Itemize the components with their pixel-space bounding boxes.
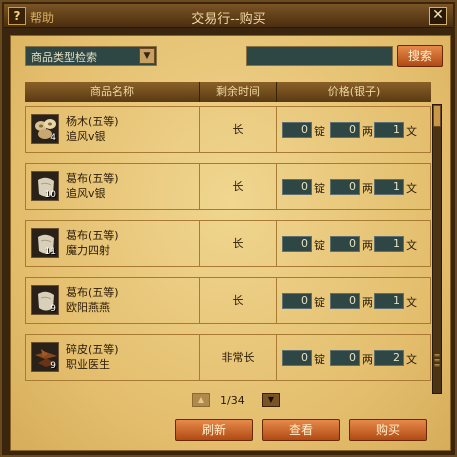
cloth-icon: 10 xyxy=(31,171,59,201)
item-table: 商品名称 剩余时间 价格(银子) 4 杨木(五等) 追风v银 长 0 锭 0 两… xyxy=(25,82,431,394)
remaining-time: 长 xyxy=(200,107,277,152)
cloth-icon: 11 xyxy=(31,228,59,258)
prev-page-icon[interactable]: ▲ xyxy=(192,393,210,407)
seller-name: 欧阳燕燕 xyxy=(66,301,110,314)
leather-icon: 9 xyxy=(31,342,59,372)
unit-liang: 两 xyxy=(362,239,373,252)
price-ding: 0 xyxy=(282,350,312,366)
unit-wen: 文 xyxy=(406,353,417,366)
title-bar: ? 帮助 交易行--购买 ✕ xyxy=(4,4,453,28)
price-wen: 2 xyxy=(374,350,404,366)
wood-icon: 4 xyxy=(31,114,59,144)
price-wen: 1 xyxy=(374,179,404,195)
price-liang: 0 xyxy=(330,236,360,252)
price-ding: 0 xyxy=(282,236,312,252)
price-ding: 0 xyxy=(282,122,312,138)
unit-wen: 文 xyxy=(406,239,417,252)
buy-button[interactable]: 购买 xyxy=(349,419,427,441)
item-name: 葛布(五等) xyxy=(66,172,119,185)
seller-name: 追风v银 xyxy=(66,130,106,143)
price-liang: 0 xyxy=(330,350,360,366)
price-wen: 1 xyxy=(374,236,404,252)
unit-ding: 锭 xyxy=(314,296,325,309)
price-liang: 0 xyxy=(330,122,360,138)
seller-name: 魔力四射 xyxy=(66,244,110,257)
main-panel: 商品类型检索 ▼ 搜索 商品名称 剩余时间 价格(银子) 4 杨木(五等) 追风… xyxy=(10,35,451,451)
price-wen: 1 xyxy=(374,293,404,309)
unit-liang: 两 xyxy=(362,182,373,195)
scroll-grip-icon: ═ ═ ═ xyxy=(434,351,440,370)
price-cell: 0 锭 0 两 1 文 xyxy=(277,221,430,266)
unit-liang: 两 xyxy=(362,125,373,138)
item-count: 11 xyxy=(44,247,56,257)
table-row[interactable]: 9 葛布(五等) 欧阳燕燕 长 0 锭 0 两 1 文 xyxy=(25,277,431,324)
price-ding: 0 xyxy=(282,179,312,195)
unit-liang: 两 xyxy=(362,353,373,366)
trade-window: ? 帮助 交易行--购买 ✕ 商品类型检索 ▼ 搜索 商品名称 剩余时间 价格(… xyxy=(0,0,457,457)
unit-ding: 锭 xyxy=(314,353,325,366)
scrollbar[interactable]: ═ ═ ═ xyxy=(432,104,442,394)
seller-name: 职业医生 xyxy=(66,358,110,371)
remaining-time: 长 xyxy=(200,164,277,209)
header-item-name[interactable]: 商品名称 xyxy=(25,82,200,102)
unit-ding: 锭 xyxy=(314,125,325,138)
refresh-button[interactable]: 刷新 xyxy=(175,419,253,441)
remaining-time: 非常长 xyxy=(200,335,277,380)
seller-name: 追风v银 xyxy=(66,187,106,200)
header-remaining-time[interactable]: 剩余时间 xyxy=(200,82,277,102)
price-wen: 1 xyxy=(374,122,404,138)
chevron-down-icon[interactable]: ▼ xyxy=(139,48,155,64)
item-cell: 9 碎皮(五等) 职业医生 xyxy=(26,335,200,380)
unit-wen: 文 xyxy=(406,182,417,195)
price-liang: 0 xyxy=(330,293,360,309)
price-cell: 0 锭 0 两 1 文 xyxy=(277,278,430,323)
item-name: 葛布(五等) xyxy=(66,286,119,299)
category-select-value: 商品类型检索 xyxy=(31,51,97,64)
remaining-time: 长 xyxy=(200,221,277,266)
price-cell: 0 锭 0 两 1 文 xyxy=(277,164,430,209)
item-name: 杨木(五等) xyxy=(66,115,119,128)
table-row[interactable]: 4 杨木(五等) 追风v银 长 0 锭 0 两 1 文 xyxy=(25,106,431,153)
remaining-time: 长 xyxy=(200,278,277,323)
cloth-icon: 9 xyxy=(31,285,59,315)
header-price[interactable]: 价格(银子) xyxy=(277,82,431,102)
close-icon[interactable]: ✕ xyxy=(429,7,447,25)
price-ding: 0 xyxy=(282,293,312,309)
unit-ding: 锭 xyxy=(314,182,325,195)
item-cell: 4 杨木(五等) 追风v银 xyxy=(26,107,200,152)
item-cell: 10 葛布(五等) 追风v银 xyxy=(26,164,200,209)
item-cell: 11 葛布(五等) 魔力四射 xyxy=(26,221,200,266)
unit-wen: 文 xyxy=(406,125,417,138)
scroll-thumb[interactable] xyxy=(433,105,441,127)
table-row[interactable]: 9 碎皮(五等) 职业医生 非常长 0 锭 0 两 2 文 xyxy=(25,334,431,381)
item-count: 9 xyxy=(50,361,56,371)
item-count: 10 xyxy=(44,190,56,200)
unit-wen: 文 xyxy=(406,296,417,309)
item-name: 葛布(五等) xyxy=(66,229,119,242)
search-input[interactable] xyxy=(246,46,393,66)
price-cell: 0 锭 0 两 1 文 xyxy=(277,107,430,152)
unit-ding: 锭 xyxy=(314,239,325,252)
item-count: 4 xyxy=(50,133,56,143)
unit-liang: 两 xyxy=(362,296,373,309)
table-row[interactable]: 10 葛布(五等) 追风v银 长 0 锭 0 两 1 文 xyxy=(25,163,431,210)
price-liang: 0 xyxy=(330,179,360,195)
window-title: 交易行--购买 xyxy=(191,12,266,27)
item-name: 碎皮(五等) xyxy=(66,343,119,356)
next-page-icon[interactable]: ▼ xyxy=(262,393,280,407)
page-indicator: 1/34 xyxy=(220,394,245,407)
price-cell: 0 锭 0 两 2 文 xyxy=(277,335,430,380)
view-button[interactable]: 查看 xyxy=(262,419,340,441)
table-header: 商品名称 剩余时间 价格(银子) xyxy=(25,82,431,102)
item-count: 9 xyxy=(50,304,56,314)
item-cell: 9 葛布(五等) 欧阳燕燕 xyxy=(26,278,200,323)
search-button[interactable]: 搜索 xyxy=(397,45,443,67)
category-select[interactable]: 商品类型检索 ▼ xyxy=(25,46,157,66)
table-row[interactable]: 11 葛布(五等) 魔力四射 长 0 锭 0 两 1 文 xyxy=(25,220,431,267)
